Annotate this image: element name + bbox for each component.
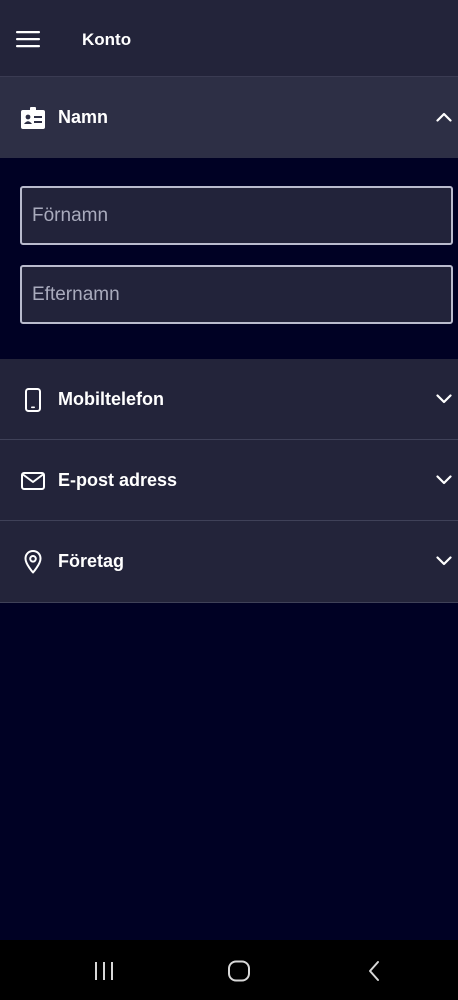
hamburger-menu-icon[interactable] [14, 26, 42, 52]
account-screen: Konto Namn Förnamn Efternamn Mobiltelefo… [0, 0, 458, 1000]
name-section-panel [0, 158, 458, 359]
section-label-mobile: Mobiltelefon [58, 389, 164, 409]
section-header-email[interactable]: E-post adress [0, 440, 458, 521]
section-label-company: Företag [58, 551, 125, 571]
system-navigation-bar [0, 940, 458, 1000]
last-name-input[interactable] [32, 267, 441, 322]
recent-apps-icon[interactable] [89, 958, 119, 984]
id-card-icon [20, 105, 46, 131]
envelope-icon [20, 468, 46, 494]
last-name-field[interactable] [20, 265, 453, 324]
section-header-mobile[interactable]: Mobiltelefon [0, 359, 458, 440]
chevron-down-icon [434, 470, 454, 490]
home-icon[interactable] [224, 958, 254, 984]
location-pin-icon [20, 549, 46, 575]
first-name-input[interactable] [32, 188, 441, 243]
section-label-name: Namn [58, 107, 109, 127]
top-app-bar: Konto [0, 0, 458, 77]
first-name-field[interactable] [20, 186, 453, 245]
section-header-company[interactable]: Företag [0, 521, 458, 602]
page-title: Konto [82, 30, 132, 49]
section-label-email: E-post adress [58, 470, 178, 490]
chevron-down-icon [434, 389, 454, 409]
section-header-name[interactable]: Namn [0, 77, 458, 158]
chevron-up-icon [434, 107, 454, 127]
chevron-down-icon [434, 551, 454, 571]
back-icon[interactable] [359, 958, 389, 984]
section-divider [0, 602, 458, 603]
smartphone-icon [20, 387, 46, 413]
